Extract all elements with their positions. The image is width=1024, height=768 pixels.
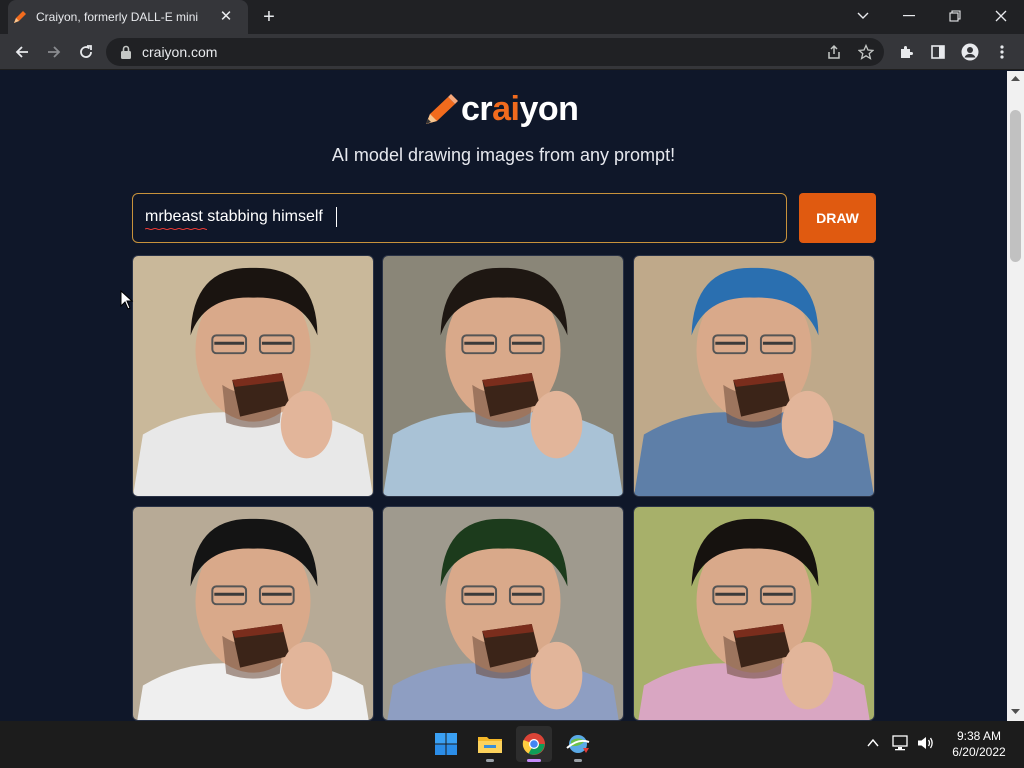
network-app-icon[interactable] [560,726,596,762]
craiyon-favicon-icon [14,11,26,23]
tab-close-icon[interactable]: ✕ [217,8,235,26]
generated-portrait-image [634,507,874,720]
chrome-active-indicator [527,759,541,762]
draw-button[interactable]: DRAW [799,193,876,243]
scroll-down-arrow-icon[interactable] [1010,708,1021,716]
result-image[interactable] [132,506,374,721]
forward-arrow-icon[interactable] [42,40,66,64]
reload-icon[interactable] [74,40,98,64]
side-panel-icon[interactable] [926,40,950,64]
page-tagline: AI model drawing images from any prompt! [331,145,676,165]
generated-portrait-image [634,256,874,496]
file-explorer-running-indicator [486,759,494,762]
tray-overflow-chevron-icon[interactable] [866,736,880,750]
profile-avatar-icon[interactable] [958,40,982,64]
mouse-cursor-icon [120,290,134,310]
scrollbar-thumb[interactable] [1010,110,1021,262]
generated-portrait-image [133,256,373,496]
network-app-running-indicator [574,759,582,762]
generated-portrait-image [383,256,623,496]
bookmark-star-icon[interactable] [854,40,878,64]
craiyon-logo-text: craiyon [461,90,579,128]
prompt-input-value[interactable]: mrbeast stabbing himself [145,208,323,226]
result-image[interactable] [633,255,875,497]
browser-menu-icon[interactable] [990,40,1014,64]
volume-icon[interactable] [917,735,935,751]
lock-icon[interactable] [120,45,132,59]
tab-search-chevron-icon[interactable] [840,0,886,32]
new-tab-button[interactable]: + [258,6,280,28]
chrome-icon[interactable] [516,726,552,762]
url-text[interactable]: craiyon.com [142,44,217,60]
back-arrow-icon[interactable] [10,40,34,64]
result-image[interactable] [633,506,875,721]
start-icon[interactable] [428,726,464,762]
text-caret [336,207,337,227]
minimize-button[interactable] [886,0,932,32]
address-bar[interactable] [106,38,884,66]
generated-portrait-image [383,507,623,720]
tab-title: Craiyon, formerly DALL-E mini [36,10,199,24]
share-icon[interactable] [822,40,846,64]
network-status-icon[interactable] [892,735,910,751]
restore-button[interactable] [932,0,978,32]
craiyon-pencil-logo-icon [426,94,458,124]
result-image[interactable] [382,255,624,497]
scroll-up-arrow-icon[interactable] [1010,74,1021,82]
taskbar-clock-date[interactable]: 6/20/2022 [944,745,1014,759]
generated-portrait-image [133,507,373,720]
result-image[interactable] [132,255,374,497]
result-image[interactable] [382,506,624,721]
taskbar-clock-time[interactable]: 9:38 AM [944,729,1014,743]
file-explorer-icon[interactable] [472,726,508,762]
extensions-puzzle-icon[interactable] [894,40,918,64]
close-window-button[interactable] [978,0,1024,32]
spellcheck-underline [145,228,207,230]
